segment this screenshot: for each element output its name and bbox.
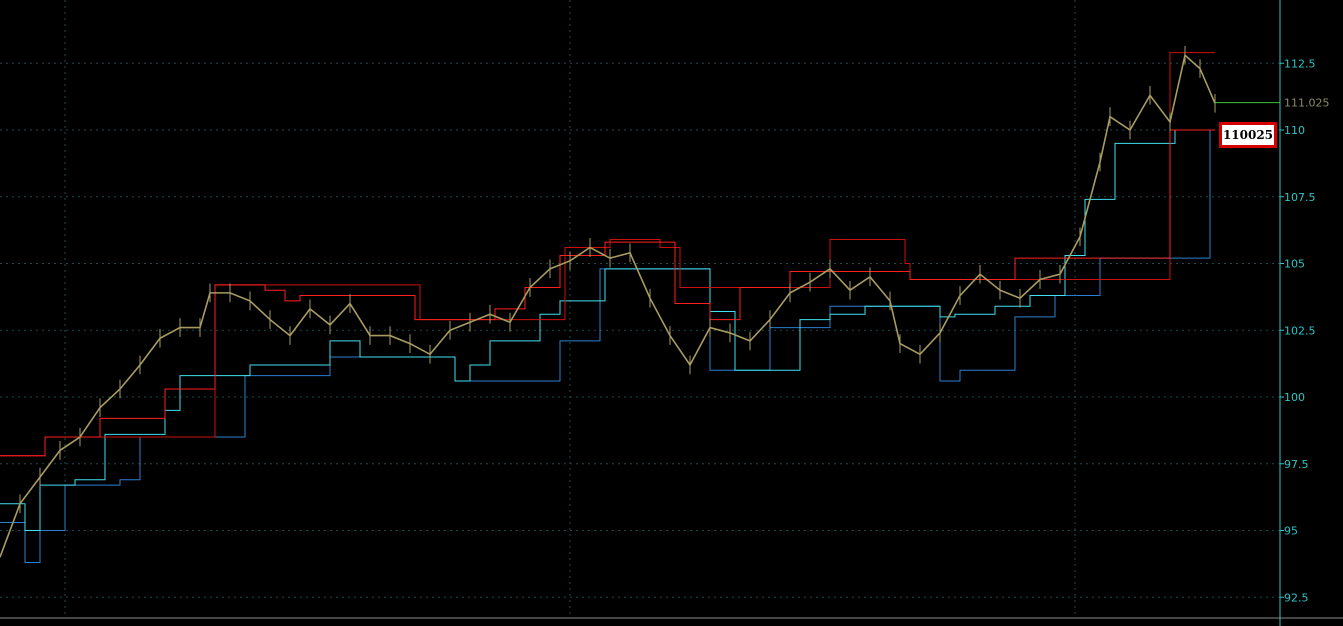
tick-label: 92.5 xyxy=(1284,591,1309,604)
tick-label: 97.5 xyxy=(1284,458,1309,471)
price-box-label: 110025 xyxy=(1219,122,1277,148)
tick-label: 112.5 xyxy=(1284,57,1316,70)
tick-label: 100 xyxy=(1284,391,1305,404)
last-price-label: 111.025 xyxy=(1284,97,1330,110)
tick-label: 107.5 xyxy=(1284,191,1316,204)
tick-label: 102.5 xyxy=(1284,324,1316,337)
price-chart: 92.5 95 97.5 100 102.5 105 107.5 110 112.5 111.02… xyxy=(0,0,1343,626)
tick-label: 95 xyxy=(1284,525,1298,538)
chart-background xyxy=(0,0,1343,626)
tick-label: 110 xyxy=(1284,124,1305,137)
tick-label: 105 xyxy=(1284,258,1305,271)
